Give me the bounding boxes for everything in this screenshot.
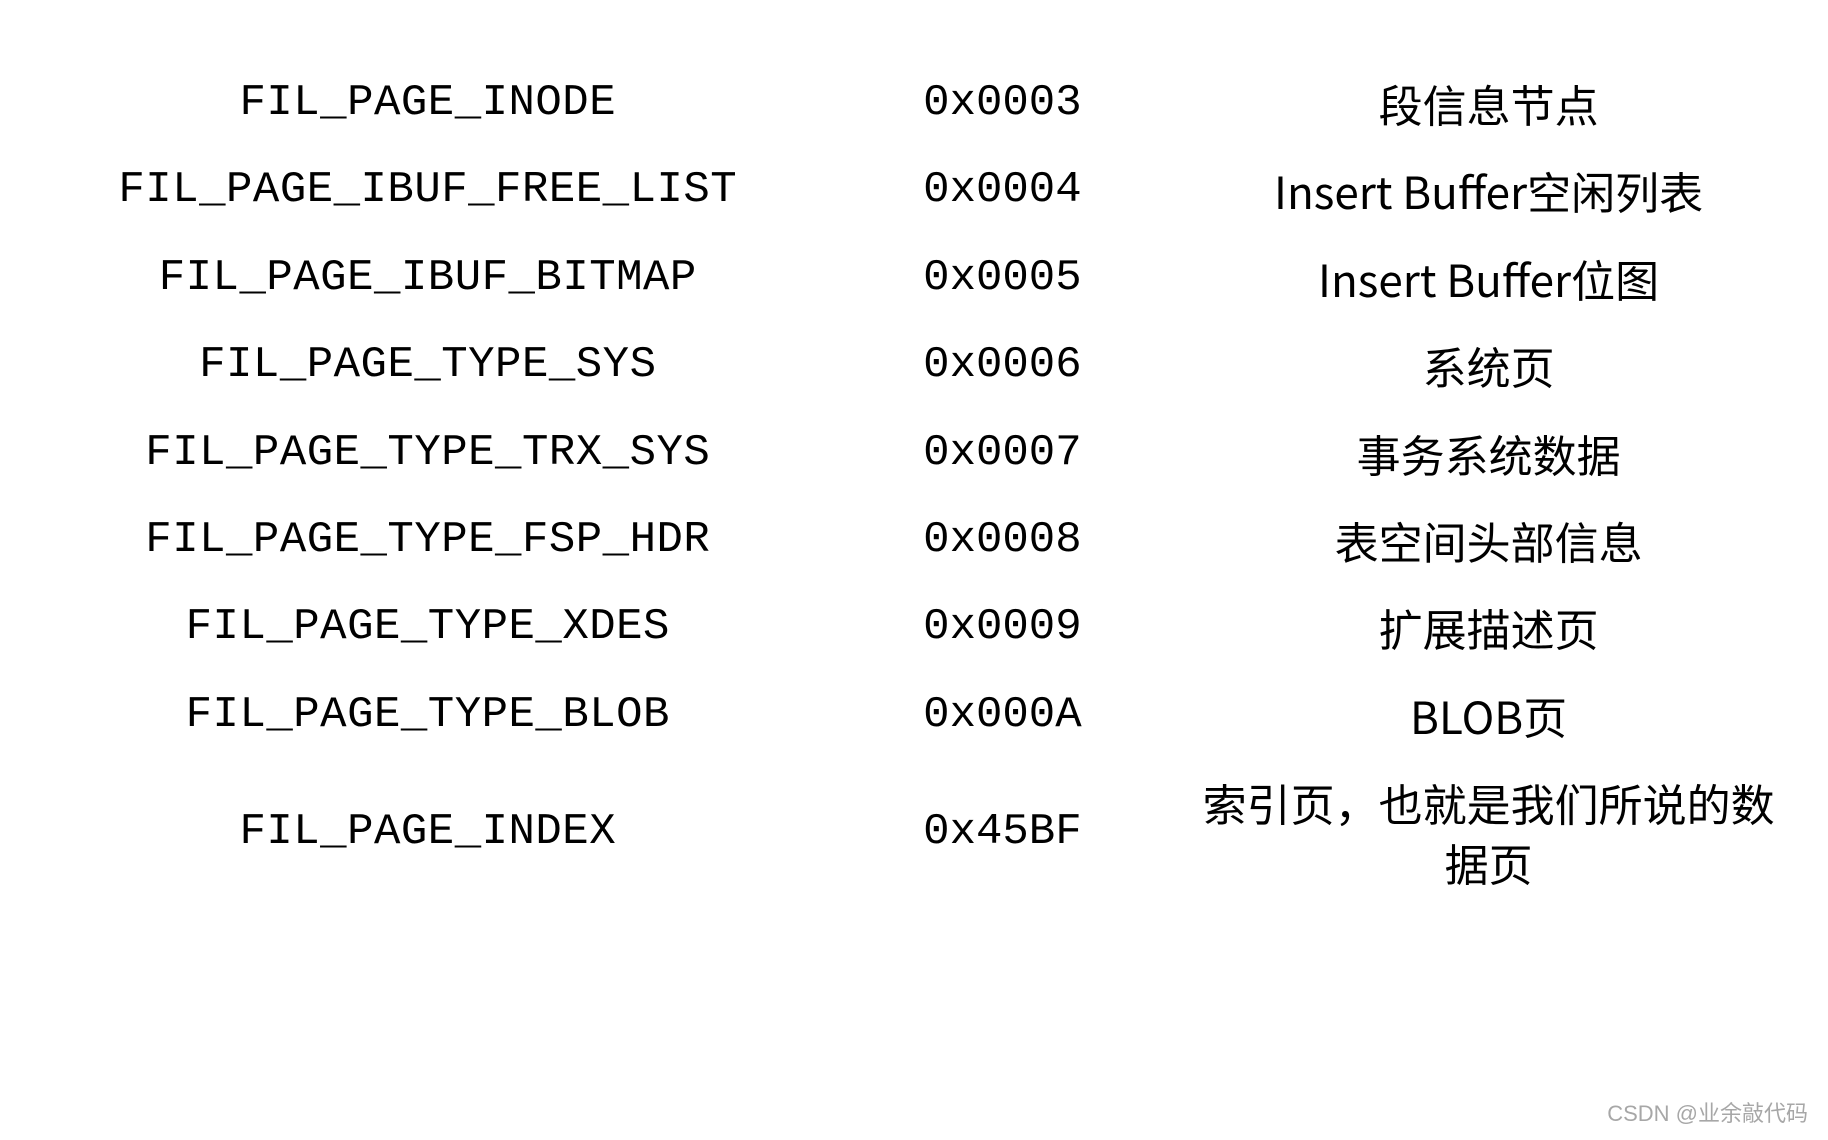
table-row: FIL_PAGE_TYPE_FSP_HDR 0x0008 表空间头部信息 <box>30 497 1798 584</box>
page-type-table: FIL_PAGE_INODE 0x0003 段信息节点 FIL_PAGE_IBU… <box>30 60 1798 906</box>
page-type-desc: Insert Buffer位图 <box>1179 235 1798 322</box>
page-type-hex: 0x0005 <box>826 235 1180 322</box>
page-type-desc: 索引页，也就是我们所说的数据页 <box>1179 759 1798 906</box>
page-type-name: FIL_PAGE_TYPE_TRX_SYS <box>30 410 826 497</box>
page-type-desc: 系统页 <box>1179 322 1798 409</box>
page-type-hex: 0x0004 <box>826 147 1180 234</box>
page-type-name: FIL_PAGE_IBUF_FREE_LIST <box>30 147 826 234</box>
page-type-hex: 0x0008 <box>826 497 1180 584</box>
watermark-text: CSDN @业余敲代码 <box>1607 1096 1808 1128</box>
page-type-hex: 0x0006 <box>826 322 1180 409</box>
page-type-hex: 0x0009 <box>826 584 1180 671</box>
page-type-hex: 0x45BF <box>826 759 1180 906</box>
table-row: FIL_PAGE_TYPE_SYS 0x0006 系统页 <box>30 322 1798 409</box>
page-type-name: FIL_PAGE_IBUF_BITMAP <box>30 235 826 322</box>
page-type-desc: BLOB页 <box>1179 672 1798 759</box>
page-type-name: FIL_PAGE_TYPE_XDES <box>30 584 826 671</box>
page-type-desc: Insert Buffer空闲列表 <box>1179 147 1798 234</box>
table-row: FIL_PAGE_IBUF_BITMAP 0x0005 Insert Buffe… <box>30 235 1798 322</box>
page-type-hex: 0x0007 <box>826 410 1180 497</box>
table-row: FIL_PAGE_IBUF_FREE_LIST 0x0004 Insert Bu… <box>30 147 1798 234</box>
page-type-name: FIL_PAGE_TYPE_BLOB <box>30 672 826 759</box>
table-row: FIL_PAGE_TYPE_BLOB 0x000A BLOB页 <box>30 672 1798 759</box>
table-row: FIL_PAGE_INODE 0x0003 段信息节点 <box>30 60 1798 147</box>
table-row: FIL_PAGE_TYPE_TRX_SYS 0x0007 事务系统数据 <box>30 410 1798 497</box>
page-type-hex: 0x000A <box>826 672 1180 759</box>
page-type-desc: 事务系统数据 <box>1179 410 1798 497</box>
page-type-name: FIL_PAGE_TYPE_SYS <box>30 322 826 409</box>
page-type-name: FIL_PAGE_INODE <box>30 60 826 147</box>
page-type-desc: 段信息节点 <box>1179 60 1798 147</box>
table-row: FIL_PAGE_TYPE_XDES 0x0009 扩展描述页 <box>30 584 1798 671</box>
page-type-desc: 扩展描述页 <box>1179 584 1798 671</box>
table-row: FIL_PAGE_INDEX 0x45BF 索引页，也就是我们所说的数据页 <box>30 759 1798 906</box>
page-type-desc: 表空间头部信息 <box>1179 497 1798 584</box>
page-type-hex: 0x0003 <box>826 60 1180 147</box>
page-type-name: FIL_PAGE_INDEX <box>30 759 826 906</box>
page-type-name: FIL_PAGE_TYPE_FSP_HDR <box>30 497 826 584</box>
